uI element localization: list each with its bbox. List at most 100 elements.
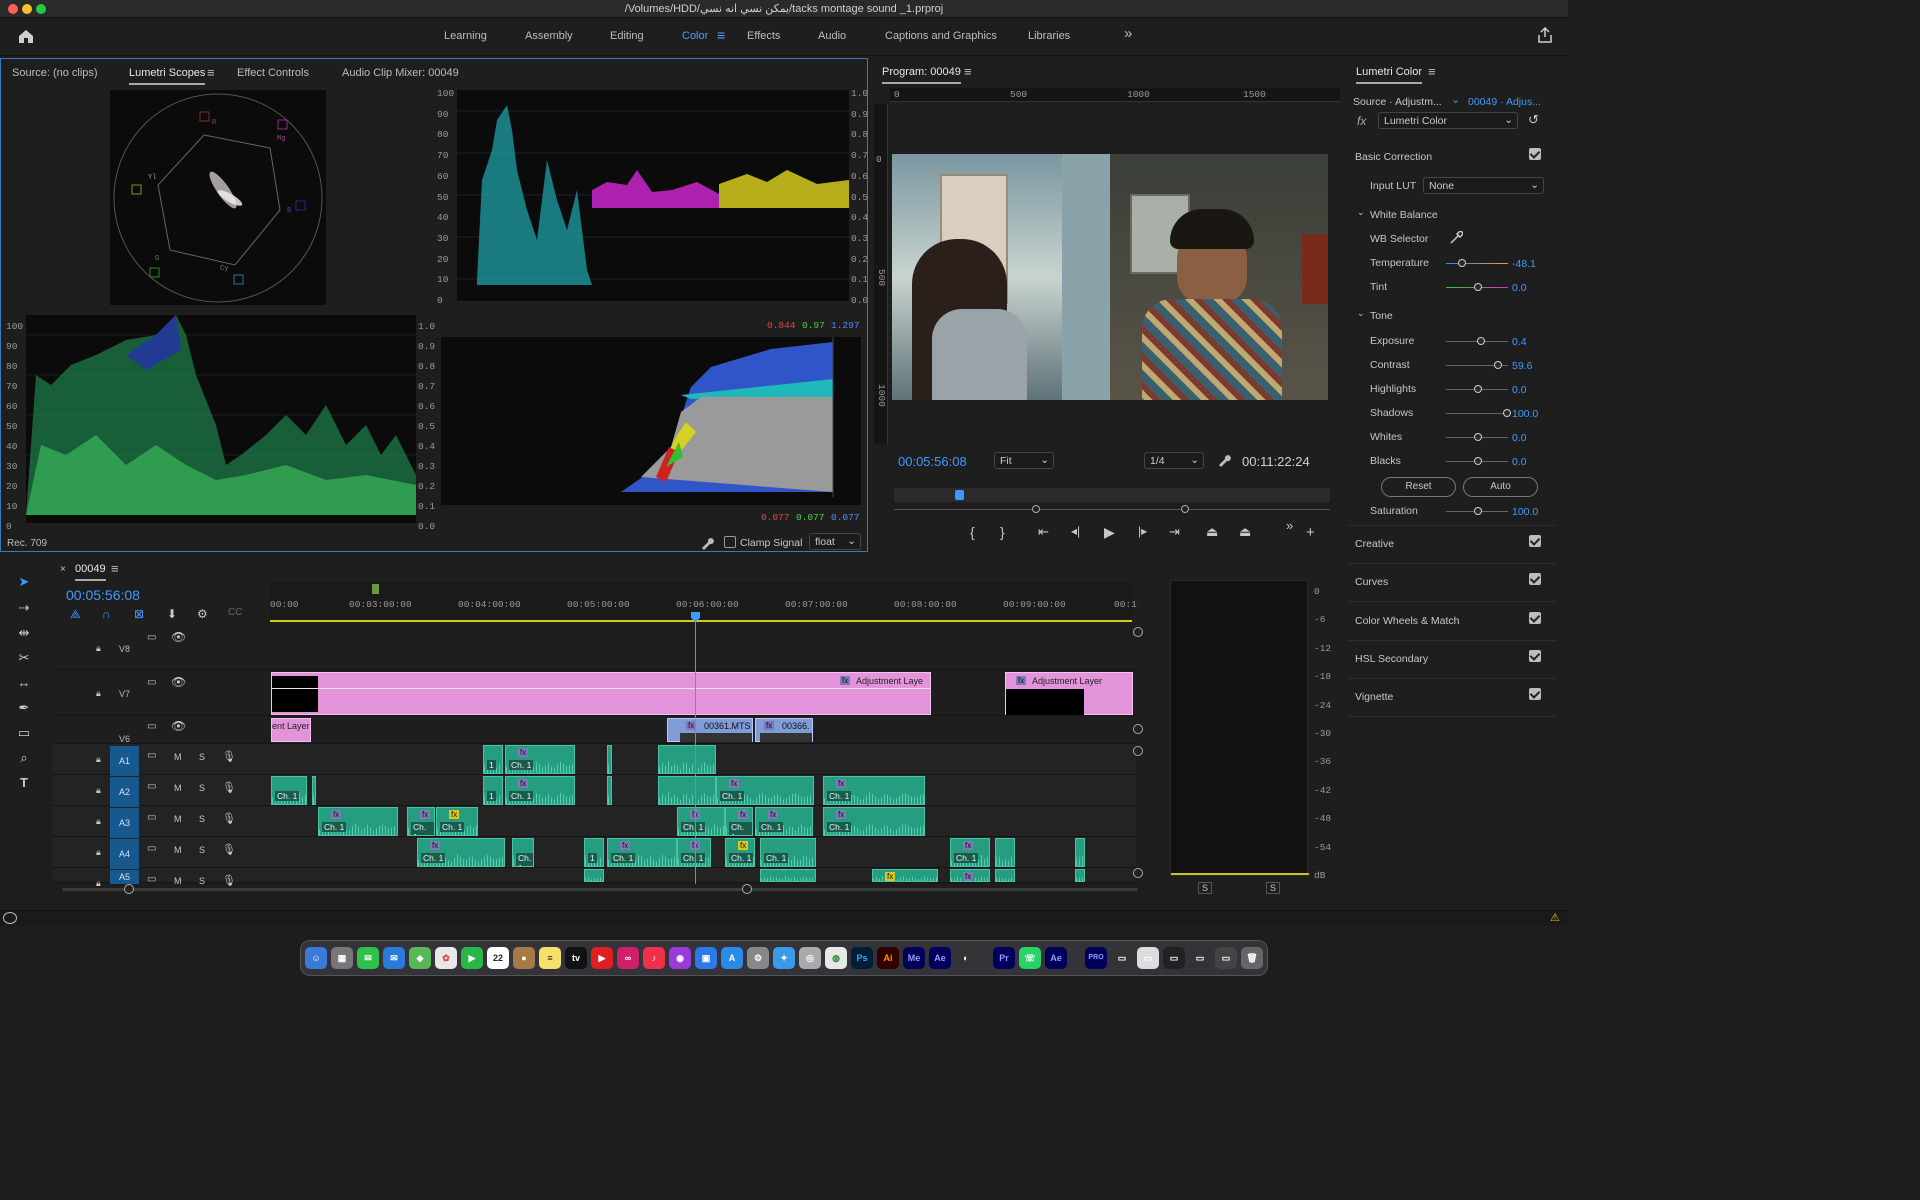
track-target-a4[interactable]: A4 xyxy=(110,839,139,869)
workspace-tab-color[interactable]: Color xyxy=(682,30,708,42)
audio-clip[interactable]: fx Ch. 1 xyxy=(436,807,478,836)
panel-menu-icon[interactable]: ≡ xyxy=(207,65,215,80)
adjustment-layer-clip-2[interactable]: fx Adjustment Layer xyxy=(1005,672,1133,715)
appstore-icon[interactable]: A xyxy=(721,947,743,969)
temperature-knob[interactable] xyxy=(1458,259,1466,267)
whites-knob[interactable] xyxy=(1474,433,1482,441)
toggle-sync-icon[interactable]: ▭ xyxy=(147,750,156,761)
home-icon[interactable] xyxy=(17,28,35,44)
vscroll-handle[interactable] xyxy=(1133,724,1143,734)
mute-button[interactable]: M xyxy=(174,814,182,824)
tab-lumetri-scopes[interactable]: Lumetri Scopes xyxy=(129,67,206,85)
workspace-tab-captions[interactable]: Captions and Graphics xyxy=(885,30,997,42)
hscroll-handle-right[interactable] xyxy=(742,884,752,894)
hscroll-handle-left[interactable] xyxy=(124,884,134,894)
audio-clip[interactable] xyxy=(760,869,816,882)
microphone-icon[interactable]: 🎙︎ xyxy=(222,781,236,794)
audio-clip[interactable]: fx Ch. 1 xyxy=(755,807,813,836)
mail-icon[interactable]: ✉ xyxy=(383,947,405,969)
zoom-handle-right[interactable] xyxy=(1181,505,1189,513)
audio-clip[interactable]: 1 xyxy=(483,745,503,774)
blacks-value[interactable]: 0.0 xyxy=(1512,456,1527,468)
tab-source[interactable]: Source: (no clips) xyxy=(12,67,98,79)
audio-clip[interactable]: Ch. 1 xyxy=(760,838,816,867)
more-workspaces-icon[interactable]: » xyxy=(1124,25,1132,42)
microphone-icon[interactable]: 🎙︎ xyxy=(222,750,236,763)
audio-clip[interactable]: fx Ch. 1 xyxy=(505,745,575,774)
extract-icon[interactable]: ⏏ xyxy=(1239,524,1251,540)
safari-icon[interactable]: ✦ xyxy=(773,947,795,969)
go-to-out-icon[interactable]: ⇥ xyxy=(1169,524,1180,540)
audio-clip[interactable]: fx Ch. 1 xyxy=(607,838,677,867)
saturation-knob[interactable] xyxy=(1474,507,1482,515)
audio-clip[interactable]: 1 xyxy=(483,776,503,805)
audio-clip[interactable]: 1 xyxy=(584,838,604,867)
adjustment-layer-clip[interactable]: fx Adjustment Laye xyxy=(271,672,931,715)
workspace-tab-learning[interactable]: Learning xyxy=(444,30,487,42)
lock-icon[interactable]: 🔒︎ xyxy=(96,754,101,765)
notes-brown-icon[interactable]: ● xyxy=(513,947,535,969)
resolution-select[interactable]: 1/4 ⌄ xyxy=(1144,452,1204,469)
reset-button[interactable]: Reset xyxy=(1381,477,1456,497)
wrench-icon[interactable]: ⚙ xyxy=(197,607,208,621)
launchpad-icon[interactable]: ▦ xyxy=(331,947,353,969)
highlights-value[interactable]: 0.0 xyxy=(1512,384,1527,396)
photoshop-icon[interactable]: Ps xyxy=(851,947,873,969)
window-thumb-icon-3[interactable]: ▭ xyxy=(1163,947,1185,969)
solo-right-button[interactable]: S xyxy=(1266,882,1280,894)
microphone-icon[interactable]: 🎙︎ xyxy=(222,843,236,856)
mute-button[interactable]: M xyxy=(174,752,182,762)
vscroll-handle[interactable] xyxy=(1133,627,1143,637)
curves-header[interactable]: Curves xyxy=(1355,576,1388,588)
video-clip-00361[interactable]: fx 00361.MTS xyxy=(667,718,753,742)
creative-cloud-icon[interactable] xyxy=(3,912,17,924)
step-back-icon[interactable]: ◂| xyxy=(1071,524,1080,538)
lumetri-source-label[interactable]: Source · Adjustm... xyxy=(1353,96,1442,108)
zoom-bar[interactable] xyxy=(894,509,1330,510)
lumetri-target-label[interactable]: 00049 · Adjus... xyxy=(1468,96,1541,108)
temperature-value[interactable]: -48.1 xyxy=(1512,258,1536,270)
more-buttons-icon[interactable]: » xyxy=(1286,518,1293,533)
linked-selection-icon[interactable]: ⊠ xyxy=(134,607,144,621)
audio-clip[interactable] xyxy=(312,776,316,805)
tab-audio-clip-mixer[interactable]: Audio Clip Mixer: 00049 xyxy=(342,67,459,79)
audio-clip[interactable]: fx Ch. 1 xyxy=(407,807,435,836)
creative-cloud-app-icon[interactable]: ∞ xyxy=(617,947,639,969)
track-name-v6[interactable]: V6 xyxy=(119,734,130,744)
timeline-hscroll[interactable] xyxy=(62,888,1138,891)
track-target-a5[interactable]: A5 xyxy=(110,870,139,884)
audio-clip[interactable] xyxy=(658,745,716,774)
toggle-sync-icon[interactable]: ▭ xyxy=(147,721,156,732)
podcasts-icon[interactable]: ◉ xyxy=(669,947,691,969)
hsl-secondary-checkbox[interactable] xyxy=(1529,650,1541,662)
contrast-value[interactable]: 59.6 xyxy=(1512,360,1532,372)
timeline-playhead[interactable] xyxy=(695,612,696,884)
audio-clip[interactable]: fx Ch. 1 xyxy=(318,807,398,836)
curves-checkbox[interactable] xyxy=(1529,573,1541,585)
finder-icon[interactable]: ☺ xyxy=(305,947,327,969)
chevron-down-icon[interactable]: ⌄ xyxy=(1357,308,1365,319)
track-name-v8[interactable]: V8 xyxy=(119,644,130,654)
audio-clip[interactable]: fx Ch. 1 xyxy=(823,807,925,836)
eye-icon[interactable]: 👁︎ xyxy=(171,719,186,733)
chevron-down-icon[interactable]: ⌄ xyxy=(1357,207,1365,218)
tint-knob[interactable] xyxy=(1474,283,1482,291)
audio-clip[interactable]: fx Ch. 1 xyxy=(725,838,755,867)
whatsapp-icon[interactable]: ☏ xyxy=(1019,947,1041,969)
shadows-knob[interactable] xyxy=(1503,409,1511,417)
tab-lumetri-color[interactable]: Lumetri Color xyxy=(1356,66,1423,84)
mark-out-icon[interactable]: } xyxy=(1000,524,1005,540)
timeline-timecode[interactable]: 00:05:56:08 xyxy=(66,587,140,603)
audio-clip[interactable] xyxy=(995,838,1015,867)
slip-tool-icon[interactable]: ↔ xyxy=(14,675,34,693)
ripple-edit-tool-icon[interactable]: ⇹ xyxy=(14,625,34,643)
hand-tool-icon[interactable]: ⌕ xyxy=(14,750,34,768)
photos-icon[interactable]: ✿ xyxy=(435,947,457,969)
add-marker-icon[interactable]: ⬇ xyxy=(167,607,177,621)
shadows-slider[interactable] xyxy=(1446,409,1511,417)
tab-program[interactable]: Program: 00049 xyxy=(882,66,961,84)
vignette-checkbox[interactable] xyxy=(1529,688,1541,700)
hsl-secondary-header[interactable]: HSL Secondary xyxy=(1355,653,1428,665)
type-tool-icon[interactable]: T xyxy=(14,775,34,793)
blacks-slider[interactable] xyxy=(1446,457,1508,465)
